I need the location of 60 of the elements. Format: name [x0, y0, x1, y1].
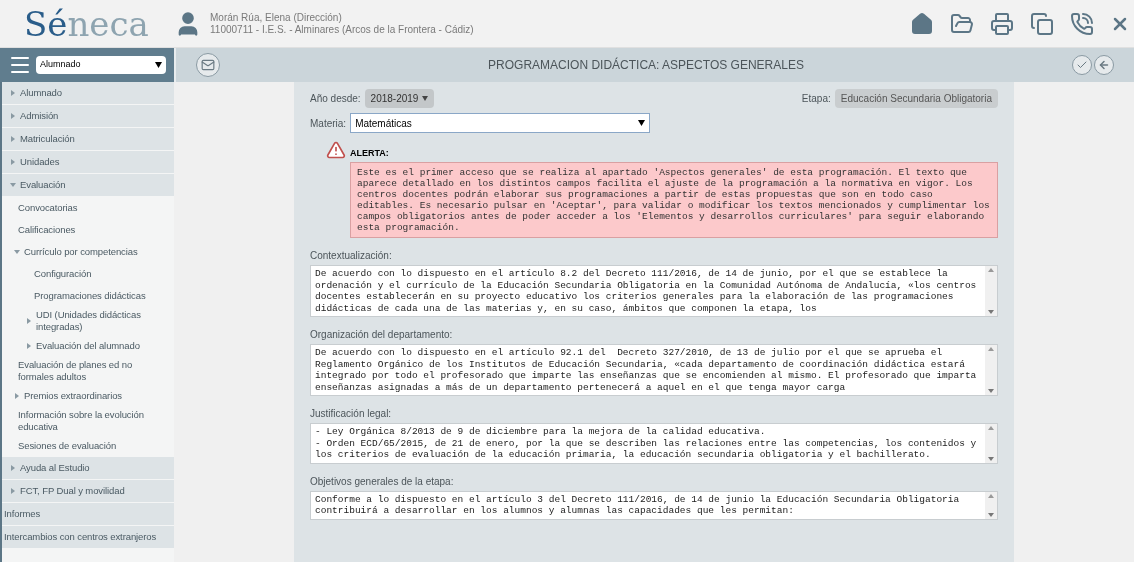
section-label: Objetivos generales de la etapa: — [310, 474, 455, 489]
scroll-up-icon[interactable] — [988, 426, 994, 430]
sidebar-item[interactable]: Informes — [2, 503, 174, 525]
stage-value: Educación Secundaria Obligatoria — [834, 88, 998, 108]
section-label: Organización del departamento: — [310, 328, 454, 342]
collapsed-arrow-icon — [10, 113, 16, 119]
sidebar-item[interactable]: Intercambios con centros extranjeros — [2, 526, 174, 548]
scroll-up-icon[interactable] — [988, 347, 994, 351]
collapsed-arrow-icon — [10, 136, 16, 142]
scrollbar[interactable] — [985, 266, 997, 316]
scroll-down-icon[interactable] — [988, 389, 994, 393]
logo: Séneca — [23, 6, 150, 41]
sidebar-item[interactable]: FCT, FP Dual y movilidad — [2, 480, 174, 502]
dropdown-caret-icon — [422, 95, 429, 101]
year-select[interactable]: 2018-2019 — [364, 88, 435, 108]
stage-label: Etapa: — [801, 91, 831, 106]
print-icon[interactable] — [990, 11, 1014, 36]
sidebar-item[interactable]: Matriculación — [2, 128, 174, 150]
scrollbar[interactable] — [985, 424, 997, 463]
scrollbar[interactable] — [985, 491, 997, 519]
sidebar-item[interactable]: Ayuda al Estudio — [2, 457, 174, 479]
user-name: Morán Rúa, Elena (Dirección) — [210, 11, 343, 24]
sidebar-item[interactable]: Admisión — [2, 105, 174, 127]
collapsed-arrow-icon — [14, 393, 20, 399]
scroll-down-icon[interactable] — [988, 310, 994, 314]
collapsed-arrow-icon — [26, 318, 32, 324]
check-icon[interactable] — [1072, 55, 1092, 75]
section-label: Contextualización: — [310, 249, 393, 263]
subject-select[interactable]: Matemáticas — [350, 113, 651, 133]
scroll-up-icon[interactable] — [988, 493, 994, 498]
scroll-down-icon[interactable] — [988, 456, 994, 461]
sidebar-item[interactable]: Alumnado — [2, 82, 174, 104]
sidebar-item[interactable]: Unidades — [2, 151, 174, 173]
sidebar-item[interactable]: Evaluación — [2, 174, 174, 196]
alert-message: Este es el primer acceso que se realiza al apartado 'Aspectos generales' de esta programación. El texto que aparece detallado en los distintos campos facilita el ajuste de la programación a la normativa en vigor. Los centros docentes podrán elaborar sus programaciones a partir de estas propuestas que son en todo caso editables. Es necesario pulsar en 'Aceptar', para validar o modificar los textos mencionados y cumplimentar los campos obligatorios antes de poder acceder a los 'Elementos y desarrollos curriculares' para seguir elaborando esta programación. — [350, 162, 998, 238]
expanded-arrow-icon — [10, 182, 16, 188]
profile-select[interactable]: Alumnado — [36, 56, 166, 74]
subject-label: Materia: — [310, 116, 347, 131]
collapsed-arrow-icon — [10, 159, 16, 165]
copy-icon[interactable] — [1030, 11, 1054, 36]
mail-icon[interactable] — [196, 53, 220, 77]
scrollbar[interactable] — [985, 345, 997, 395]
folder-icon[interactable] — [950, 11, 974, 36]
scroll-down-icon[interactable] — [988, 512, 994, 517]
warning-icon — [326, 140, 346, 160]
year-label: Año desde: — [310, 91, 361, 106]
expanded-arrow-icon — [14, 249, 20, 255]
dropdown-caret-icon — [638, 120, 646, 126]
collapsed-arrow-icon — [10, 465, 16, 471]
page-title: PROGRAMACION DIDÁCTICA: ASPECTOS GENERALES — [487, 56, 805, 74]
collapsed-arrow-icon — [10, 488, 16, 494]
center-name: 11000711 - I.E.S. - Alminares (Arcos de la Frontera - Cádiz) — [210, 23, 474, 36]
home-icon[interactable] — [910, 11, 934, 36]
collapsed-arrow-icon — [26, 343, 32, 349]
dropdown-caret-icon — [155, 62, 162, 68]
scroll-up-icon[interactable] — [988, 268, 994, 272]
collapsed-arrow-icon — [10, 90, 16, 96]
section-label: Justificación legal: — [310, 407, 393, 421]
phone-icon[interactable] — [1070, 11, 1094, 36]
alert-title: ALERTA: — [350, 146, 389, 160]
